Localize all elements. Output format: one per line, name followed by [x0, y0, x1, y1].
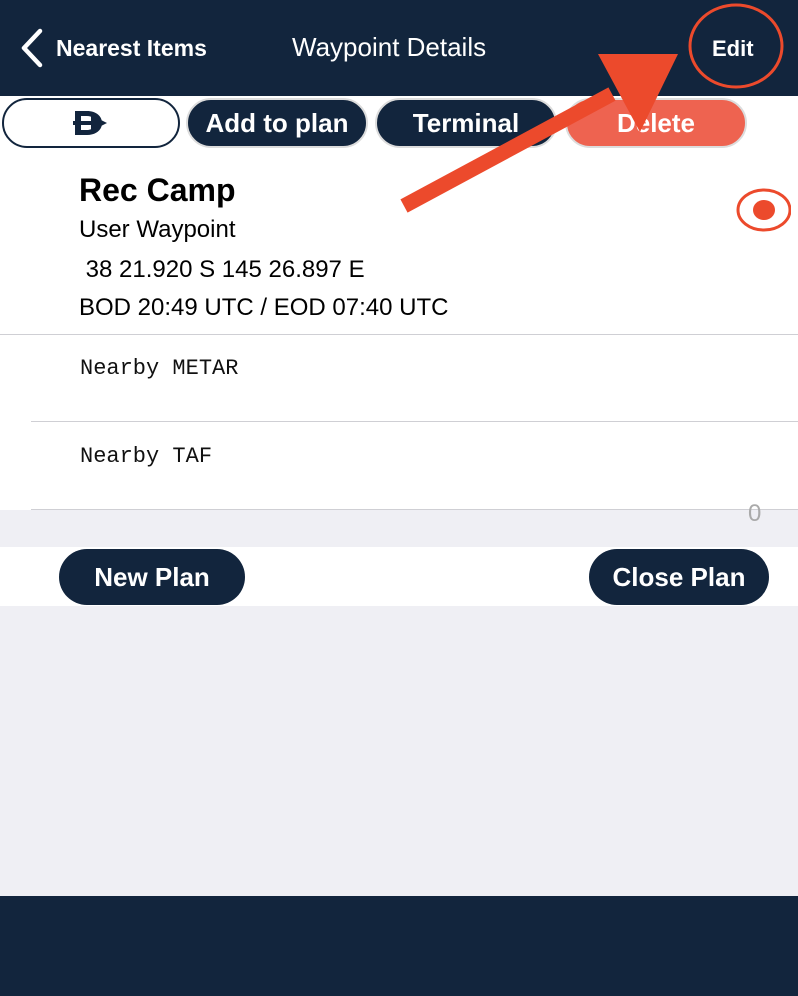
- nearby-metar-row[interactable]: Nearby METAR: [80, 356, 238, 381]
- delete-button[interactable]: Delete: [565, 98, 747, 148]
- page-title: Waypoint Details: [292, 32, 487, 62]
- nearby-taf-row[interactable]: Nearby TAF: [80, 444, 212, 469]
- new-plan-button[interactable]: New Plan: [59, 549, 245, 605]
- direct-to-button[interactable]: [2, 98, 180, 148]
- plan-bar: New Plan Close Plan: [0, 547, 798, 606]
- edit-button[interactable]: Edit: [712, 36, 754, 62]
- chevron-left-icon: [21, 28, 43, 68]
- record-icon: [736, 188, 792, 232]
- divider: [31, 509, 798, 510]
- waypoint-marker-button[interactable]: [735, 188, 792, 232]
- waypoint-daylight-times: BOD 20:49 UTC / EOD 07:40 UTC: [79, 294, 449, 321]
- divider: [31, 421, 798, 422]
- partial-value: 0: [748, 500, 762, 522]
- add-to-plan-button[interactable]: Add to plan: [186, 98, 368, 148]
- waypoint-coordinates: 38 21.920 S 145 26.897 E: [79, 256, 365, 283]
- action-toolbar: Add to plan Terminal Delete: [0, 96, 798, 154]
- close-plan-button[interactable]: Close Plan: [589, 549, 769, 605]
- direct-to-icon: [73, 111, 107, 135]
- bottom-bar: [0, 896, 798, 996]
- back-button[interactable]: Nearest Items: [20, 26, 207, 70]
- nav-bar: Nearest Items Waypoint Details Edit: [0, 0, 798, 96]
- waypoint-name: Rec Camp: [79, 172, 236, 208]
- terminal-button[interactable]: Terminal: [375, 98, 557, 148]
- waypoint-type: User Waypoint: [79, 216, 236, 243]
- back-label: Nearest Items: [56, 34, 207, 61]
- divider: [0, 334, 798, 335]
- waypoint-details-panel: Rec Camp User Waypoint 38 21.920 S 145 2…: [0, 154, 798, 510]
